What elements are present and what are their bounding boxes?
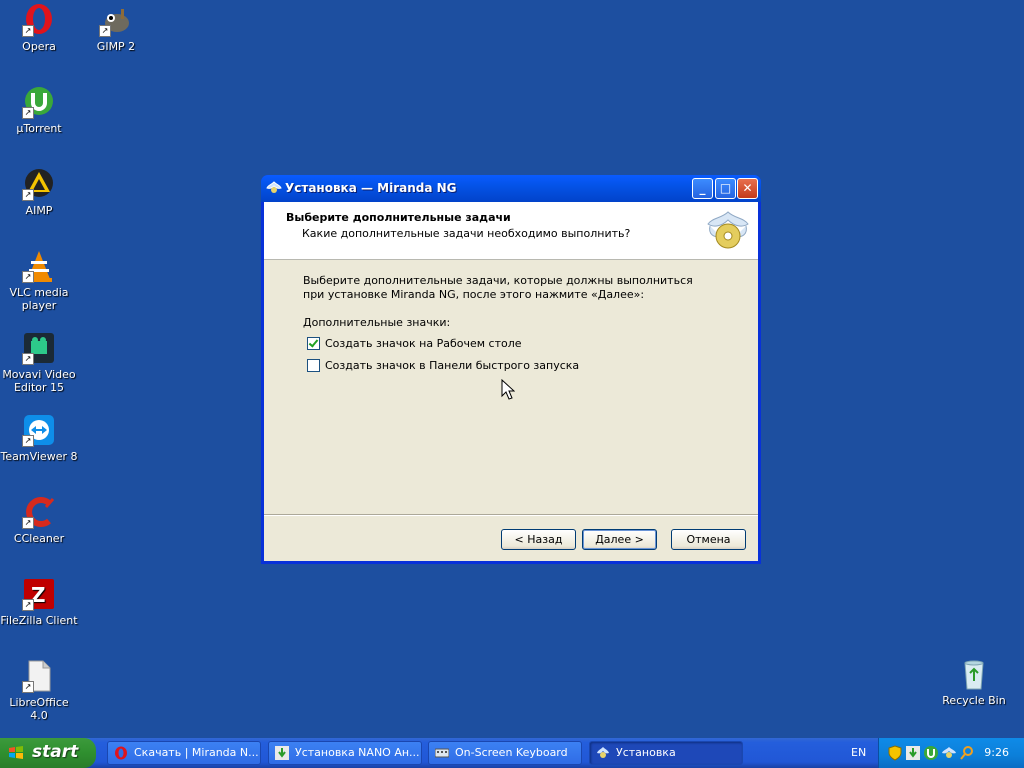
desktop-icon-label: VLC media player xyxy=(9,286,69,312)
quicklaunch-shortcut-checkbox[interactable] xyxy=(307,359,320,372)
taskbar-item-opera[interactable]: Скачать | Miranda N... xyxy=(107,741,261,765)
taskbar-item-installer[interactable]: Установка xyxy=(589,741,743,765)
windows-logo-icon xyxy=(9,746,23,759)
taskbar-item-label: Скачать | Miranda N... xyxy=(134,746,259,759)
desktop-icon-vlc[interactable]: ↗ VLC media player xyxy=(0,249,78,312)
footer-divider xyxy=(264,514,758,516)
taskbar-item-label: Установка NANO Ан... xyxy=(295,746,420,759)
desktop-icon-filezilla[interactable]: Z ↗ FileZilla Client xyxy=(0,577,78,627)
aimp-icon: ↗ xyxy=(22,167,56,201)
desktop-shortcut-label: Создать значок на Рабочем столе xyxy=(325,337,522,350)
opera-icon: ↗ xyxy=(22,3,56,37)
desktop-icon-label: LibreOffice 4.0 xyxy=(9,696,69,722)
language-indicator[interactable]: EN xyxy=(851,746,866,759)
close-button[interactable]: ✕ xyxy=(737,178,758,199)
download-icon xyxy=(275,746,289,760)
desktop-icon-gimp[interactable]: ↗ GIMP 2 xyxy=(77,3,155,53)
gimp-icon: ↗ xyxy=(99,3,133,37)
miranda-icon[interactable] xyxy=(941,745,957,761)
search-icon[interactable] xyxy=(959,745,975,761)
desktop-icon-utorrent[interactable]: ↗ µTorrent xyxy=(0,85,78,135)
desktop-icon-label: TeamViewer 8 xyxy=(0,450,78,463)
desktop-icon-recycle-bin[interactable]: Recycle Bin xyxy=(935,657,1013,707)
close-icon: ✕ xyxy=(742,181,753,195)
wizard-page-title: Выберите дополнительные задачи xyxy=(286,211,511,224)
window-titlebar[interactable]: Установка — Miranda NG _ □ ✕ xyxy=(261,175,761,202)
taskbar: start Скачать | Miranda N... Установка N… xyxy=(0,738,1024,768)
opera-icon xyxy=(115,746,127,760)
taskbar-item-nano-setup[interactable]: Установка NANO Ан... xyxy=(268,741,422,765)
download-icon[interactable] xyxy=(905,745,921,761)
installer-window: Установка — Miranda NG _ □ ✕ Выберите до… xyxy=(261,175,761,564)
window-title: Установка — Miranda NG xyxy=(285,181,457,195)
maximize-button[interactable]: □ xyxy=(715,178,736,199)
filezilla-icon: Z ↗ xyxy=(22,577,56,611)
cancel-button[interactable]: Отмена xyxy=(671,529,746,550)
desktop-icon-label: µTorrent xyxy=(16,122,62,135)
desktop-icon-label: Movavi Video Editor 15 xyxy=(2,368,76,394)
teamviewer-icon: ↗ xyxy=(22,413,56,447)
minimize-icon: _ xyxy=(699,181,706,195)
minimize-button[interactable]: _ xyxy=(692,178,713,199)
desktop-icon-libreoffice[interactable]: ↗ LibreOffice 4.0 xyxy=(0,659,78,722)
start-button[interactable]: start xyxy=(0,738,96,768)
vlc-icon: ↗ xyxy=(22,249,56,283)
desktop-icon-label: Recycle Bin xyxy=(942,694,1006,707)
desktop-icon-label: CCleaner xyxy=(13,532,65,545)
next-button[interactable]: Далее > xyxy=(582,529,657,550)
wizard-page-subtitle: Какие дополнительные задачи необходимо в… xyxy=(302,227,631,240)
clock[interactable]: 9:26 xyxy=(984,746,1009,759)
taskbar-item-label: On-Screen Keyboard xyxy=(455,746,568,759)
window-client: Выберите дополнительные задачи Какие доп… xyxy=(264,202,758,561)
desktop-icon-ccleaner[interactable]: ↗ CCleaner xyxy=(0,495,78,545)
taskbar-item-osk[interactable]: On-Screen Keyboard xyxy=(428,741,582,765)
back-button[interactable]: < Назад xyxy=(501,529,576,550)
keyboard-icon xyxy=(435,748,449,758)
desktop-icon-label: FileZilla Client xyxy=(0,614,78,627)
desktop-icon-aimp[interactable]: ↗ AIMP xyxy=(0,167,78,217)
mouse-cursor-icon xyxy=(501,379,515,400)
desktop-icon-movavi[interactable]: ↗ Movavi Video Editor 15 xyxy=(0,331,78,394)
utorrent-icon: ↗ xyxy=(22,85,56,119)
desktop-icon-teamviewer[interactable]: ↗ TeamViewer 8 xyxy=(0,413,78,463)
wizard-description: Выберите дополнительные задачи, которые … xyxy=(303,274,693,301)
maximize-icon: □ xyxy=(719,181,732,195)
utorrent-icon[interactable] xyxy=(923,745,939,761)
taskbar-item-label: Установка xyxy=(616,746,676,759)
wizard-header: Выберите дополнительные задачи Какие доп… xyxy=(264,202,758,260)
recycle-bin-icon xyxy=(957,657,991,691)
movavi-icon: ↗ xyxy=(22,331,56,365)
system-tray: 9:26 xyxy=(878,738,1024,768)
libreoffice-icon: ↗ xyxy=(22,659,56,693)
desktop-icon-opera[interactable]: ↗ Opera xyxy=(0,3,78,53)
miranda-logo-icon xyxy=(707,211,749,249)
miranda-icon xyxy=(266,181,282,193)
miranda-icon xyxy=(597,747,609,758)
desktop-icon-label: Opera xyxy=(22,40,56,53)
additional-icons-label: Дополнительные значки: xyxy=(303,316,451,329)
desktop-shortcut-checkbox[interactable] xyxy=(307,337,320,350)
desktop-icon-label: AIMP xyxy=(25,204,53,217)
desktop: ↗ Opera ↗ GIMP 2 ↗ µTorrent ↗ AIMP ↗ VLC… xyxy=(0,0,1024,738)
start-label: start xyxy=(32,742,79,762)
quicklaunch-shortcut-label: Создать значок в Панели быстрого запуска xyxy=(325,359,580,372)
security-shield-icon[interactable] xyxy=(887,745,903,761)
ccleaner-icon: ↗ xyxy=(22,495,56,529)
desktop-icon-label: GIMP 2 xyxy=(96,40,136,53)
